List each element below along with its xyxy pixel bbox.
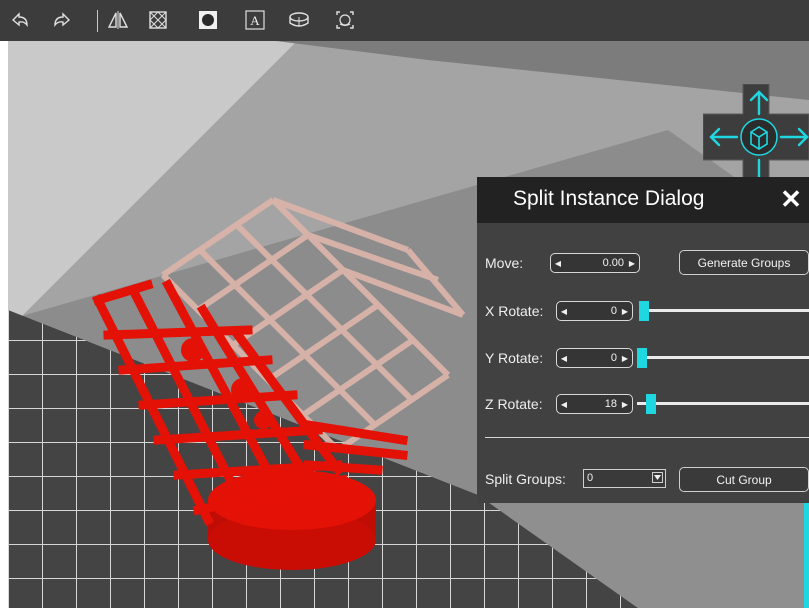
slider-thumb[interactable] (637, 348, 647, 368)
slider-thumb[interactable] (646, 394, 656, 414)
y-rotate-label: Y Rotate: (485, 350, 544, 366)
top-toolbar: A (0, 0, 809, 41)
mirror-icon[interactable] (106, 8, 130, 32)
accent-side-bar (804, 503, 809, 608)
split-groups-value: 0 (587, 472, 594, 484)
cut-group-button[interactable]: Cut Group (679, 467, 809, 492)
chevron-down-icon[interactable] (652, 472, 663, 483)
decrement-arrow-icon[interactable]: ◀ (558, 349, 570, 367)
decrement-arrow-icon[interactable]: ◀ (552, 254, 564, 272)
y-rotate-slider[interactable] (637, 348, 809, 368)
disk-icon[interactable] (287, 8, 311, 32)
x-rotate-slider[interactable] (639, 301, 809, 321)
dialog-header: Split Instance Dialog ✕ (477, 177, 809, 223)
generate-groups-button[interactable]: Generate Groups (679, 250, 809, 275)
z-rotate-spinbox[interactable]: ◀ 18 ▶ (556, 394, 633, 414)
dialog-divider (485, 437, 809, 438)
increment-arrow-icon[interactable]: ▶ (619, 349, 631, 367)
slider-track (644, 309, 809, 312)
z-rotate-value: 18 (604, 398, 617, 410)
increment-arrow-icon[interactable]: ▶ (626, 254, 638, 272)
dialog-title: Split Instance Dialog (513, 187, 705, 210)
redo-icon[interactable] (50, 8, 74, 32)
x-rotate-label: X Rotate: (485, 303, 544, 319)
x-rotate-value: 0 (610, 305, 617, 317)
toolbar-separator (97, 10, 98, 32)
crossed-box-icon[interactable] (146, 8, 170, 32)
move-label: Move: (485, 255, 524, 271)
close-icon[interactable]: ✕ (779, 186, 803, 212)
decrement-arrow-icon[interactable]: ◀ (558, 395, 570, 413)
text-a-icon[interactable]: A (243, 8, 267, 32)
move-spinbox[interactable]: ◀ 0.00 ▶ (550, 253, 640, 273)
move-value: 0.00 (602, 257, 624, 269)
svg-text:A: A (250, 13, 260, 28)
y-rotate-spinbox[interactable]: ◀ 0 ▶ (556, 348, 633, 368)
filled-circle-icon[interactable] (196, 8, 220, 32)
undo-icon[interactable] (8, 8, 32, 32)
x-rotate-spinbox[interactable]: ◀ 0 ▶ (556, 301, 633, 321)
y-rotate-value: 0 (610, 352, 617, 364)
increment-arrow-icon[interactable]: ▶ (619, 302, 631, 320)
decrement-arrow-icon[interactable]: ◀ (558, 302, 570, 320)
increment-arrow-icon[interactable]: ▶ (619, 395, 631, 413)
slider-track (637, 402, 809, 405)
split-groups-select[interactable]: 0 (583, 469, 666, 488)
slider-thumb[interactable] (639, 301, 649, 321)
z-rotate-label: Z Rotate: (485, 396, 543, 412)
split-instance-dialog: Split Instance Dialog ✕ Move: ◀ 0.00 ▶ G… (477, 177, 809, 503)
view-navigation-cube[interactable] (703, 84, 809, 190)
z-rotate-slider[interactable] (637, 394, 809, 414)
auto-arrange-icon[interactable] (333, 8, 357, 32)
slider-track (642, 356, 809, 359)
split-groups-label: Split Groups: (485, 471, 566, 487)
